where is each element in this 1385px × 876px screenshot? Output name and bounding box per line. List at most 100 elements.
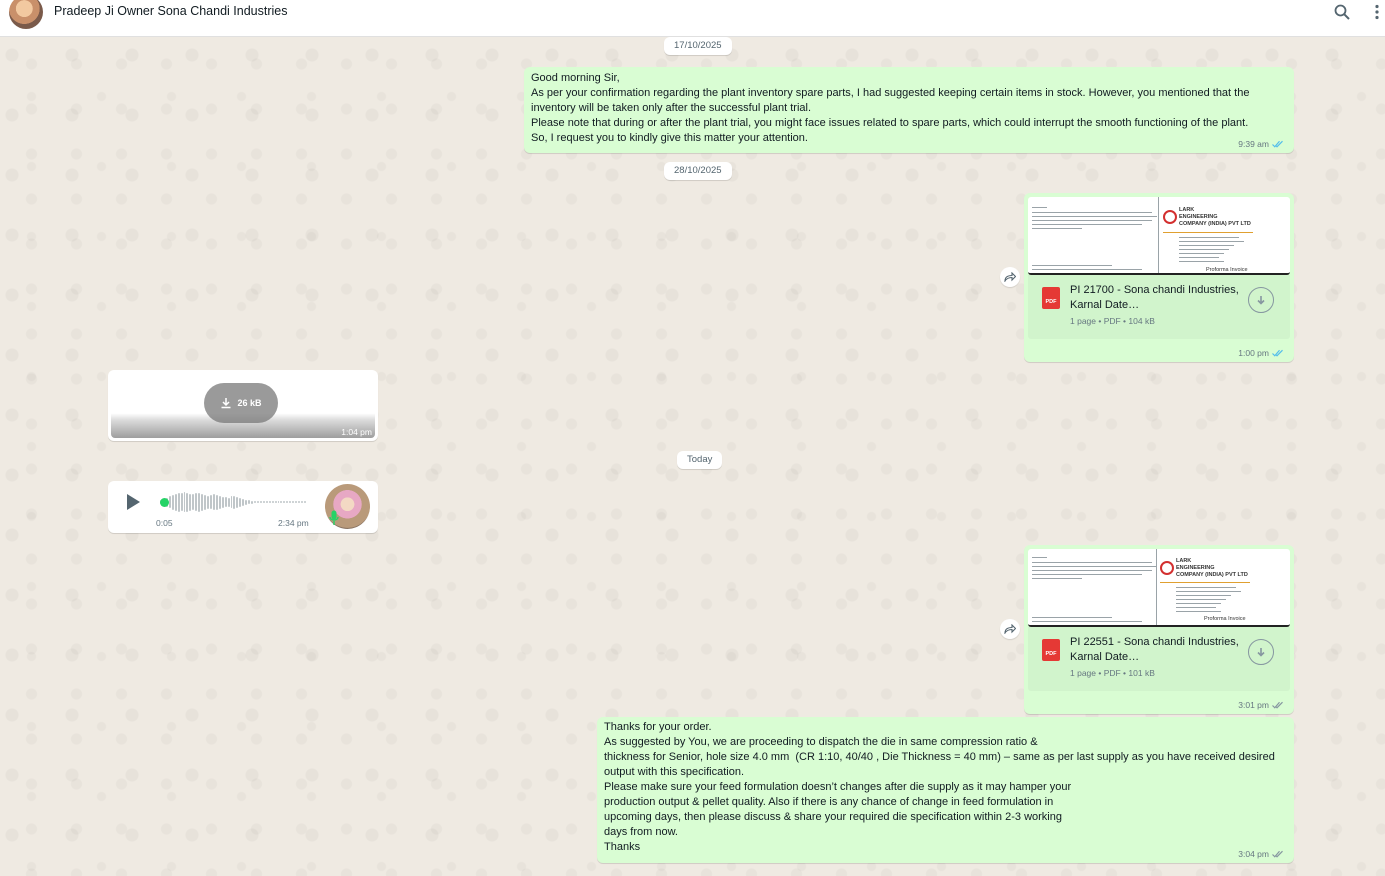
contact-name[interactable]: Pradeep Ji Owner Sona Chandi Industries <box>54 4 287 18</box>
waveform-bar <box>268 501 271 503</box>
waveform-bar <box>242 498 245 506</box>
preview-invoice-label: Proforma Invoice <box>1204 616 1246 622</box>
document-preview[interactable]: LARK ENGINEERING COMPANY (INDIA) PVT LTD… <box>1028 197 1290 275</box>
waveform-bar <box>224 497 227 507</box>
date-separator: 17/10/2025 <box>664 37 732 55</box>
waveform-bar <box>236 496 239 508</box>
search-icon[interactable] <box>1334 4 1350 20</box>
waveform-bar <box>286 501 289 503</box>
incoming-video-message[interactable]: 26 kB 1:04 pm <box>108 370 378 441</box>
document-preview[interactable]: LARK ENGINEERING COMPANY (INDIA) PVT LTD… <box>1028 549 1290 627</box>
waveform-bar <box>221 496 224 508</box>
voice-waveform[interactable] <box>160 492 306 512</box>
outgoing-message[interactable]: Good morning Sir, As per your confirmati… <box>524 67 1294 153</box>
waveform-bar <box>207 495 209 509</box>
download-button[interactable] <box>1248 639 1274 665</box>
waveform-bar <box>171 494 174 510</box>
kebab-menu-icon[interactable] <box>1374 4 1380 20</box>
waveform-bar <box>186 492 189 512</box>
double-check-icon <box>1272 349 1283 357</box>
waveform-bar <box>233 495 236 509</box>
waveform-bar <box>265 501 268 503</box>
waveform-bar <box>168 496 171 508</box>
waveform-bar <box>254 501 256 503</box>
document-details: 1 page • PDF • 101 kB <box>1070 668 1155 678</box>
waveform-bar <box>215 494 218 510</box>
message-meta: 3:04 pm <box>1238 849 1284 859</box>
waveform-bar <box>303 501 306 503</box>
waveform-bar <box>301 501 303 503</box>
company-logo <box>1160 561 1174 575</box>
waveform-bar <box>289 501 292 503</box>
document-info[interactable]: PDF PI 22551 - Sona chandi Industries, K… <box>1028 627 1290 691</box>
waveform-bar <box>198 492 201 512</box>
chat-header: Pradeep Ji Owner Sona Chandi Industries <box>0 0 1385 37</box>
document-details: 1 page • PDF • 104 kB <box>1070 316 1155 326</box>
download-icon <box>1257 295 1265 305</box>
waveform-bar <box>283 501 286 503</box>
message-time: 2:34 pm <box>278 518 309 528</box>
forward-button[interactable] <box>1000 267 1020 287</box>
forward-icon <box>1004 272 1016 282</box>
message-text: Thanks for your order. As suggested by Y… <box>604 721 1275 853</box>
message-time: 1:04 pm <box>341 427 372 437</box>
waveform-bar <box>195 493 198 511</box>
outgoing-message[interactable]: Thanks for your order. As suggested by Y… <box>597 717 1294 863</box>
voice-duration: 0:05 <box>156 518 173 528</box>
pdf-file-icon: PDF <box>1042 639 1060 661</box>
document-info[interactable]: PDF PI 21700 - Sona chandi Industries, K… <box>1028 275 1290 339</box>
waveform-bar <box>259 501 262 503</box>
date-separator: Today <box>677 451 723 469</box>
waveform-bar <box>189 493 192 511</box>
message-time: 1:00 pm <box>1238 348 1269 358</box>
waveform-bar <box>174 493 177 511</box>
play-icon[interactable] <box>125 493 141 511</box>
date-separator: 28/10/2025 <box>664 162 732 180</box>
video-size: 26 kB <box>237 398 262 408</box>
download-icon <box>1257 647 1265 657</box>
message-meta: 3:01 pm <box>1238 700 1284 710</box>
outgoing-document-message[interactable]: LARK ENGINEERING COMPANY (INDIA) PVT LTD… <box>1024 193 1294 362</box>
incoming-voice-message[interactable]: 0:05 2:34 pm <box>108 481 378 533</box>
waveform-bar <box>280 501 283 503</box>
waveform-bar <box>230 496 233 508</box>
message-meta: 1:00 pm <box>1238 348 1284 358</box>
outgoing-document-message[interactable]: LARK ENGINEERING COMPANY (INDIA) PVT LTD… <box>1024 545 1294 714</box>
waveform-bar <box>251 500 253 504</box>
waveform-bar <box>271 501 274 503</box>
waveform-bar <box>180 493 183 511</box>
waveform-bar <box>177 492 180 512</box>
contact-avatar[interactable] <box>9 0 43 29</box>
double-check-icon <box>1272 701 1283 709</box>
company-logo <box>1163 210 1177 224</box>
download-video-button[interactable]: 26 kB <box>204 383 278 423</box>
message-text: Good morning Sir, As per your confirmati… <box>531 72 1250 144</box>
document-name: PI 21700 - Sona chandi Industries, Karna… <box>1070 284 1239 311</box>
forward-icon <box>1004 624 1016 634</box>
double-check-icon <box>1272 140 1283 148</box>
microphone-icon <box>329 510 339 525</box>
waveform-bar <box>292 501 295 503</box>
waveform-bar <box>227 497 230 507</box>
download-button[interactable] <box>1248 287 1274 313</box>
waveform-bar <box>274 501 277 503</box>
download-icon <box>221 398 231 409</box>
waveform-bar <box>256 501 259 503</box>
message-time: 9:39 am <box>1238 139 1269 149</box>
waveform-bar <box>298 501 300 503</box>
playback-position-dot[interactable] <box>160 498 169 507</box>
message-time: 3:04 pm <box>1238 849 1269 859</box>
forward-button[interactable] <box>1000 619 1020 639</box>
waveform-bar <box>295 501 298 503</box>
waveform-bar <box>183 492 186 512</box>
waveform-bar <box>245 499 248 505</box>
waveform-bar <box>239 497 242 507</box>
message-time: 3:01 pm <box>1238 700 1269 710</box>
double-check-icon <box>1272 850 1283 858</box>
preview-company-name: LARK ENGINEERING COMPANY (INDIA) PVT LTD <box>1179 207 1251 227</box>
waveform-bar <box>248 500 251 504</box>
preview-company-name: LARK ENGINEERING COMPANY (INDIA) PVT LTD <box>1176 558 1248 578</box>
waveform-bar <box>277 501 280 503</box>
document-name: PI 22551 - Sona chandi Industries, Karna… <box>1070 636 1239 663</box>
waveform-bar <box>201 493 204 511</box>
